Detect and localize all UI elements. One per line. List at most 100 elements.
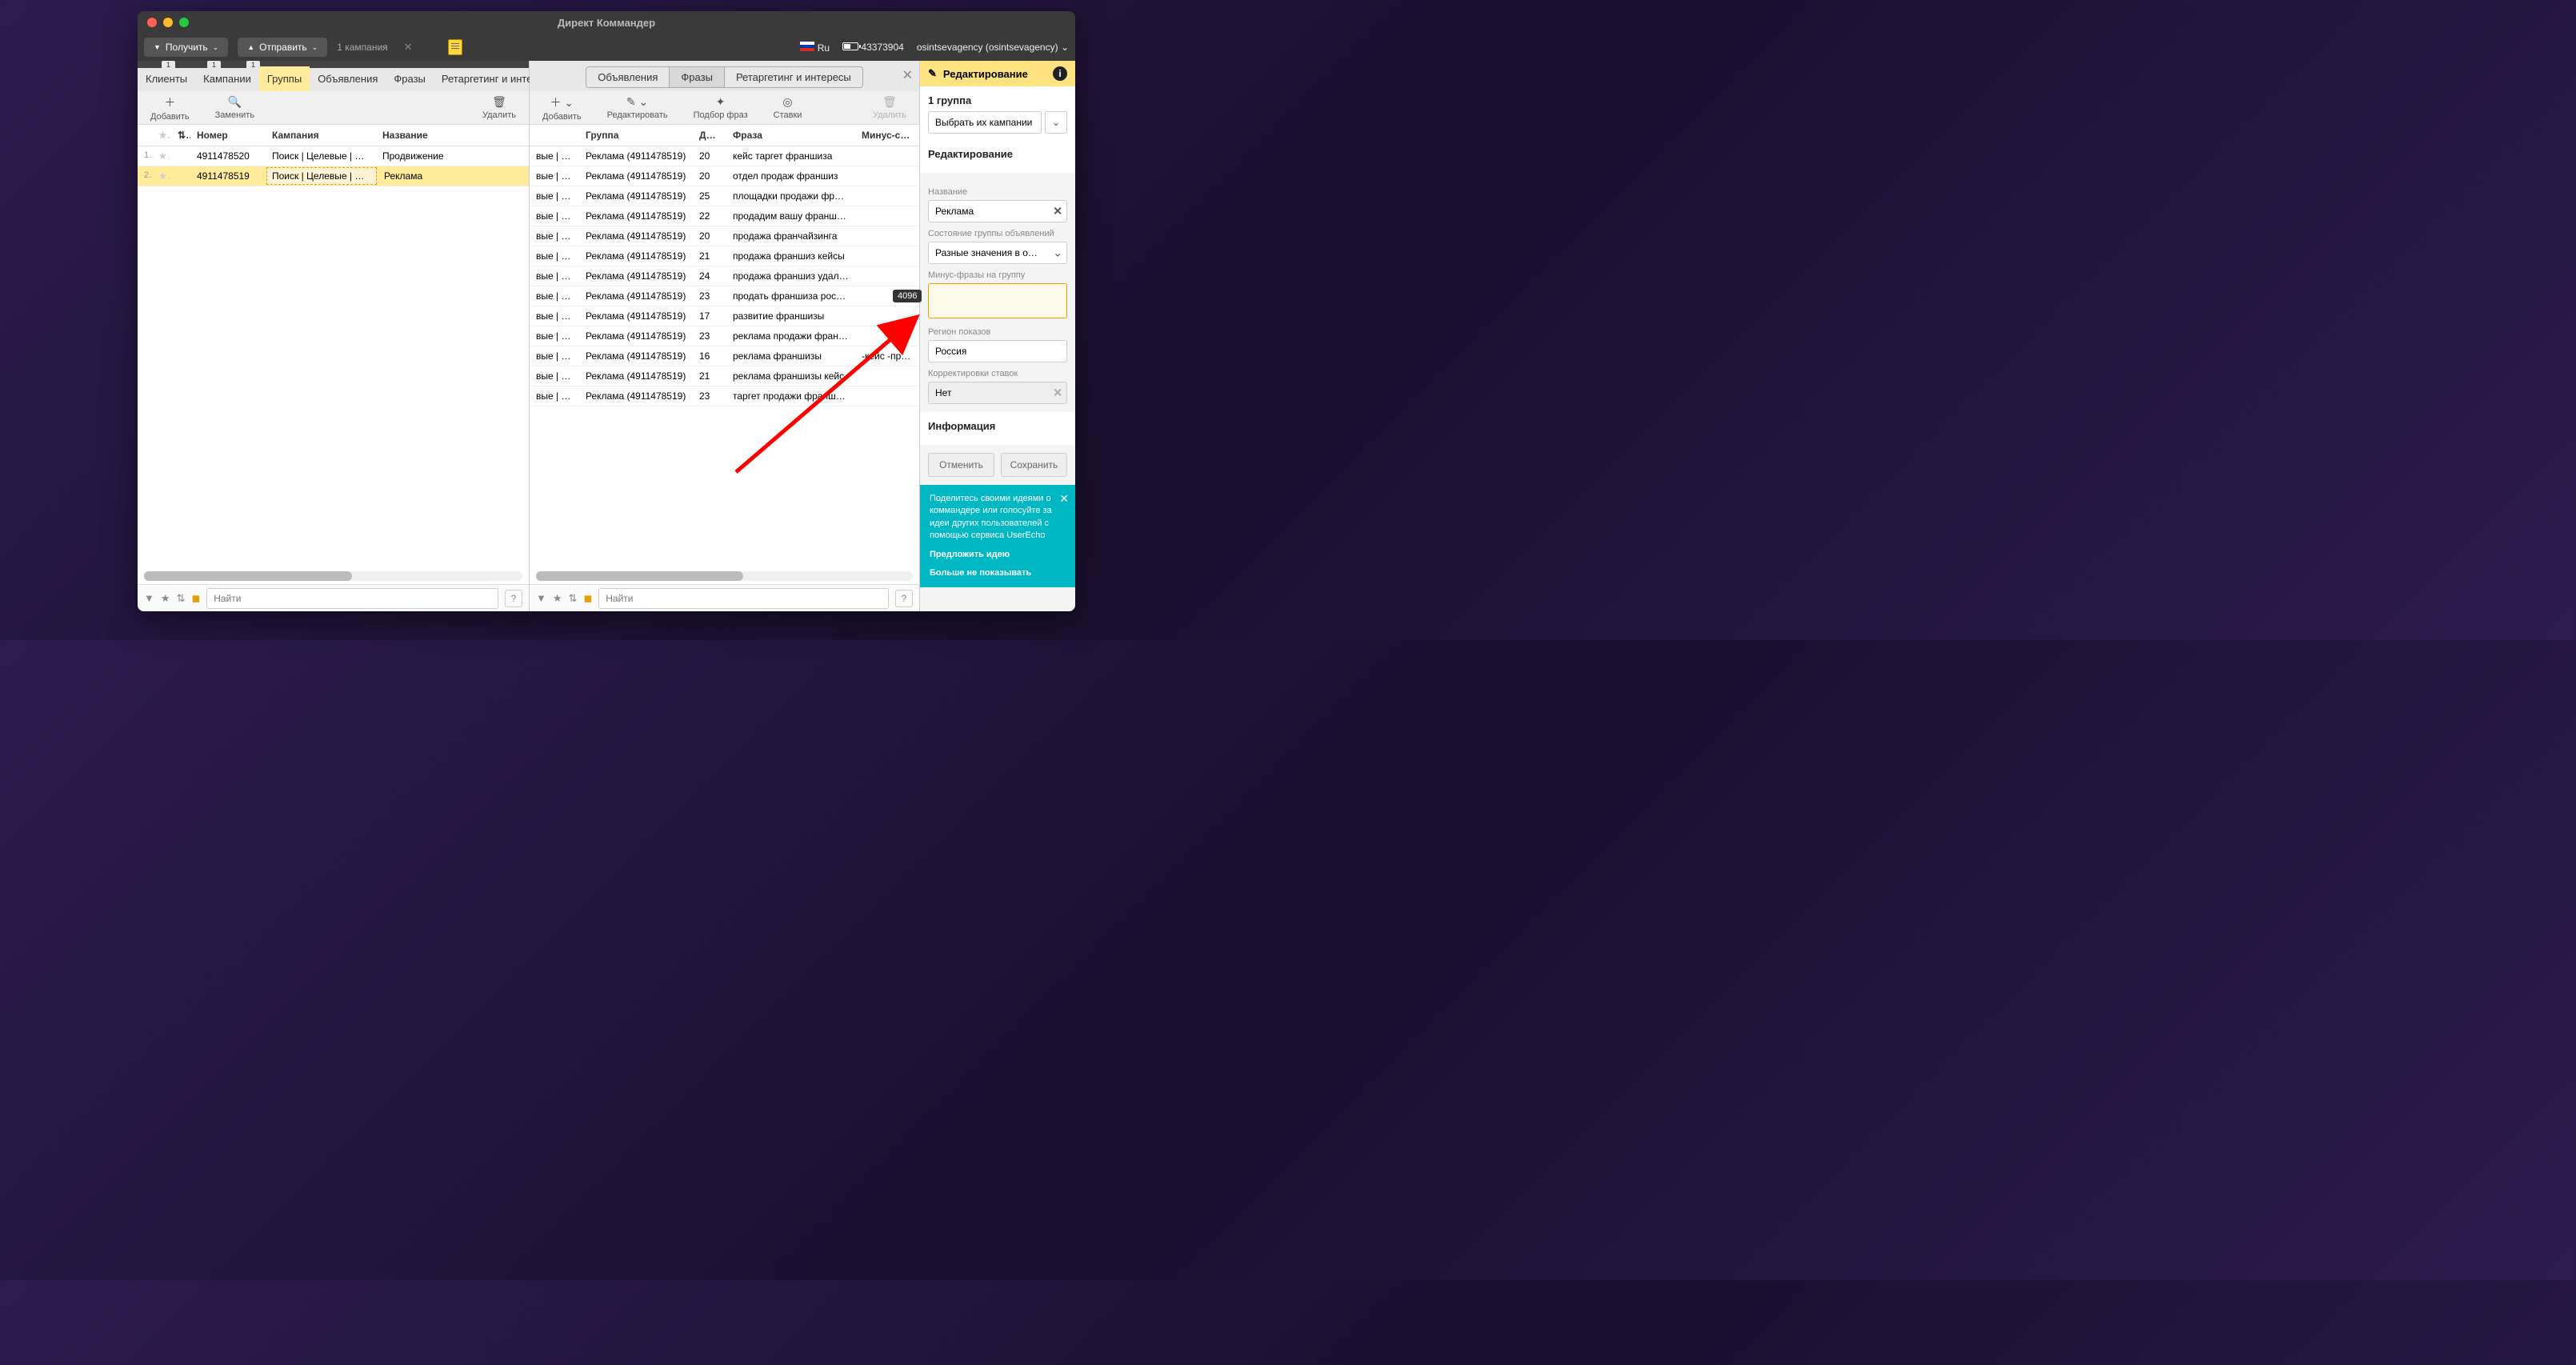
state-dropdown[interactable]: Разные значения в о… — [928, 242, 1067, 264]
center-tabs: Объявления Фразы Ретаргетинг и интересы … — [530, 61, 919, 91]
minus-phrases-textarea[interactable] — [928, 283, 1067, 318]
help-button[interactable]: ? — [895, 590, 913, 607]
left-tabs: 1 1 1 Клиенты Кампании Группы Объявления… — [138, 61, 529, 91]
tab-center-ads[interactable]: Объявления — [586, 67, 670, 87]
star-filter-icon[interactable]: ★ — [161, 592, 170, 605]
star-column-icon[interactable]: ★ — [152, 125, 171, 146]
form-buttons: Отменить Сохранить — [920, 445, 1075, 485]
horizontal-scrollbar[interactable] — [144, 571, 522, 581]
select-campaign-dropdown[interactable]: Выбрать их кампании — [928, 111, 1042, 134]
star-filter-icon[interactable]: ★ — [553, 592, 562, 605]
tab-groups[interactable]: Группы — [259, 66, 310, 91]
tab-campaigns[interactable]: Кампании — [195, 66, 259, 91]
replace-button[interactable]: 🔍Заменить — [202, 95, 267, 120]
table-row[interactable]: 1 ★ 4911478520 Поиск | Целевые | Ф… Прод… — [138, 146, 529, 166]
chevron-down-icon[interactable]: ⌄ — [1053, 246, 1062, 260]
name-input[interactable] — [928, 200, 1067, 222]
table-row[interactable]: вые | Ф… Реклама (4911478519) 21 продажа… — [530, 246, 919, 266]
promo-box: ✕ Поделитесь своими идеями о коммандере … — [920, 485, 1075, 587]
plus-icon: ＋ — [164, 94, 175, 110]
table-row[interactable]: вые | Ф… Реклама (4911478519) 20 продажа… — [530, 226, 919, 246]
trash-icon: 🗑 — [882, 95, 897, 109]
sync-filter-icon[interactable]: ⇅ — [569, 592, 578, 605]
maximize-window-button[interactable] — [179, 18, 189, 27]
table-row[interactable]: вые | Ф… Реклама (4911478519) 24 продажа… — [530, 266, 919, 286]
add-button[interactable]: ＋Добавить — [138, 94, 202, 122]
tab-phrases[interactable]: Фразы — [386, 66, 434, 91]
table-row[interactable]: вые | Ф… Реклама (4911478519) 23 таргет … — [530, 386, 919, 406]
star-icon[interactable]: ★ — [152, 146, 171, 166]
header-phrase[interactable]: Фраза — [726, 125, 855, 146]
search-input[interactable] — [206, 588, 498, 609]
cancel-button[interactable]: Отменить — [928, 453, 994, 477]
promo-text: Поделитесь своими идеями о коммандере ил… — [930, 493, 1066, 542]
table-row[interactable]: вые | Ф… Реклама (4911478519) 22 продади… — [530, 206, 919, 226]
horizontal-scrollbar[interactable] — [536, 571, 913, 581]
table-row[interactable]: вые | Ф… Реклама (4911478519) 23 реклама… — [530, 326, 919, 346]
close-pane-icon[interactable]: ✕ — [902, 67, 913, 83]
delete-button[interactable]: 🗑Удалить — [470, 95, 529, 120]
char-counter: 4096 — [893, 290, 922, 302]
send-button[interactable]: ▲Отправить ⌄ — [238, 38, 327, 57]
user-menu[interactable]: osintsevagency (osintsevagency) ⌄ — [917, 42, 1069, 53]
main-content: 1 1 1 Клиенты Кампании Группы Объявления… — [138, 61, 1075, 611]
header-number[interactable]: Номер — [190, 125, 266, 146]
promo-link-suggest[interactable]: Предложить идею — [930, 549, 1066, 561]
receive-button[interactable]: ▼Получить ⌄ — [144, 38, 228, 57]
table-row[interactable]: вые | Ф… Реклама (4911478519) 20 отдел п… — [530, 166, 919, 186]
campaign-count-label: 1 кампания — [337, 42, 387, 53]
table-row[interactable]: 2 ★ 4911478519 Поиск | Целевые | Ф… Рекл… — [138, 166, 529, 186]
delete-button: 🗑Удалить — [860, 95, 919, 120]
bids-input[interactable] — [928, 382, 1067, 404]
tab-ads[interactable]: Объявления — [310, 66, 386, 91]
close-window-button[interactable] — [147, 18, 157, 27]
promo-link-hide[interactable]: Больше не показывать — [930, 567, 1066, 579]
table-row[interactable]: вые | Ф… Реклама (4911478519) 20 кейс та… — [530, 146, 919, 166]
header-campaign[interactable]: Кампания — [266, 125, 376, 146]
tab-badge: 1 — [207, 61, 221, 69]
filter-icon[interactable]: ▼ — [144, 592, 154, 604]
minus-label: Минус-фразы на группу — [928, 270, 1067, 280]
marker-icon[interactable]: ◼ — [191, 592, 200, 605]
clear-icon[interactable]: ✕ — [1053, 386, 1062, 400]
sync-filter-icon[interactable]: ⇅ — [177, 592, 186, 605]
close-icon[interactable]: ✕ — [1059, 491, 1069, 507]
tab-clients[interactable]: Клиенты — [138, 66, 195, 91]
pick-phrases-button[interactable]: ✦Подбор фраз — [681, 95, 761, 120]
notepad-icon[interactable] — [448, 39, 462, 55]
table-row[interactable]: вые | Ф… Реклама (4911478519) 23 продать… — [530, 286, 919, 306]
header-group[interactable]: Группа — [579, 125, 693, 146]
clear-status-icon[interactable]: ✕ — [404, 41, 413, 54]
plus-icon: ＋ ⌄ — [550, 94, 574, 110]
filter-icon[interactable]: ▼ — [536, 592, 546, 604]
table-row[interactable]: вые | Ф… Реклама (4911478519) 25 площадк… — [530, 186, 919, 206]
chevron-down-icon[interactable]: ⌄ — [1045, 111, 1067, 134]
search-input[interactable] — [598, 588, 889, 609]
table-row[interactable]: вые | Ф… Реклама (4911478519) 16 реклама… — [530, 346, 919, 366]
header-length[interactable]: Дл… — [693, 125, 726, 146]
center-footer: ▼ ★ ⇅ ◼ ? — [530, 584, 919, 611]
editing-cell[interactable]: Поиск | Целевые | Ф… — [266, 167, 377, 185]
bids-button[interactable]: ◎Ставки — [761, 95, 815, 120]
edit-button[interactable]: ✎ ⌄Редактировать — [594, 95, 681, 120]
tab-center-retargeting[interactable]: Ретаргетинг и интересы — [725, 67, 862, 87]
save-button[interactable]: Сохранить — [1001, 453, 1067, 477]
minimize-window-button[interactable] — [163, 18, 173, 27]
header-name[interactable]: Название — [376, 125, 529, 146]
table-row[interactable]: вые | Ф… Реклама (4911478519) 17 развити… — [530, 306, 919, 326]
marker-icon[interactable]: ◼ — [583, 592, 592, 605]
star-icon[interactable]: ★ — [152, 166, 171, 186]
titlebar: Директ Коммандер — [138, 11, 1075, 34]
left-table-header: ★ ⇅ Номер Кампания Название — [138, 125, 529, 146]
region-input[interactable] — [928, 340, 1067, 362]
add-button[interactable]: ＋ ⌄Добавить — [530, 94, 594, 122]
tab-center-phrases[interactable]: Фразы — [670, 67, 725, 87]
header-minus[interactable]: Минус-сло… — [855, 125, 919, 146]
clear-icon[interactable]: ✕ — [1053, 205, 1062, 218]
language-switcher[interactable]: Ru — [800, 42, 830, 54]
help-button[interactable]: ? — [505, 590, 522, 607]
table-row[interactable]: вые | Ф… Реклама (4911478519) 21 реклама… — [530, 366, 919, 386]
info-icon[interactable]: i — [1053, 66, 1067, 81]
sync-column-icon[interactable]: ⇅ — [171, 125, 190, 146]
left-footer: ▼ ★ ⇅ ◼ ? — [138, 584, 529, 611]
